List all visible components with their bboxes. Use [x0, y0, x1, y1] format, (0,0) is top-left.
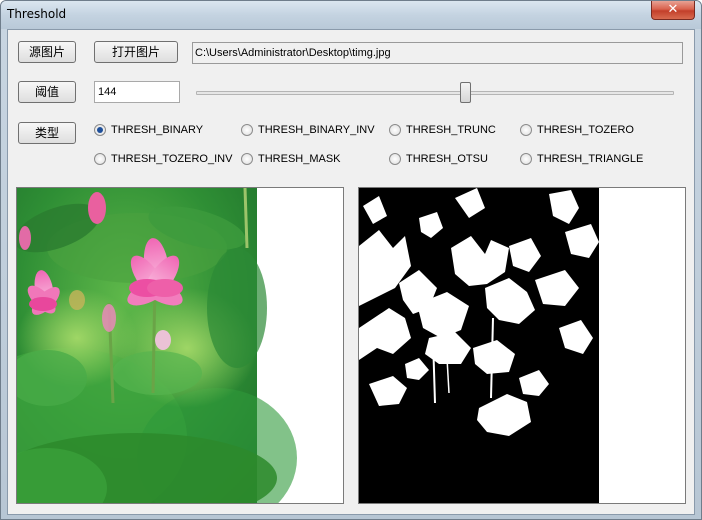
- threshold-window: Threshold ✕ 源图片 打开图片 C:\Users\Administra…: [0, 0, 702, 520]
- threshold-slider-thumb[interactable]: [460, 82, 471, 103]
- result-image-panel: [358, 187, 686, 504]
- close-icon: ✕: [667, 2, 679, 17]
- title-bar[interactable]: Threshold ✕: [1, 1, 701, 29]
- radio-thresh-binary-inv[interactable]: THRESH_BINARY_INV: [241, 122, 375, 138]
- close-button[interactable]: ✕: [651, 1, 695, 20]
- radio-thresh-tozero[interactable]: THRESH_TOZERO: [520, 122, 634, 138]
- radio-label: THRESH_OTSU: [406, 153, 488, 165]
- radio-label: THRESH_TRIANGLE: [537, 153, 644, 165]
- radio-thresh-binary[interactable]: THRESH_BINARY: [94, 122, 203, 138]
- source-lotus-image: [17, 188, 297, 503]
- radio-indicator: [389, 153, 401, 165]
- radio-thresh-tozero-inv[interactable]: THRESH_TOZERO_INV: [94, 151, 232, 167]
- window-title: Threshold: [7, 7, 67, 21]
- radio-indicator: [241, 153, 253, 165]
- threshold-button[interactable]: 阈值: [18, 81, 76, 103]
- radio-indicator: [520, 124, 532, 136]
- radio-thresh-triangle[interactable]: THRESH_TRIANGLE: [520, 151, 643, 167]
- radio-label: THRESH_BINARY_INV: [258, 124, 375, 136]
- radio-thresh-trunc[interactable]: THRESH_TRUNC: [389, 122, 496, 138]
- radio-indicator: [94, 124, 106, 136]
- file-path-field[interactable]: C:\Users\Administrator\Desktop\timg.jpg: [192, 42, 683, 64]
- radio-label: THRESH_MASK: [258, 153, 341, 165]
- radio-label: THRESH_TRUNC: [406, 124, 496, 136]
- radio-indicator: [94, 153, 106, 165]
- radio-thresh-mask[interactable]: THRESH_MASK: [241, 151, 341, 167]
- source-image-panel: [16, 187, 344, 504]
- radio-indicator: [241, 124, 253, 136]
- threshold-slider-track[interactable]: [196, 91, 674, 95]
- radio-indicator: [389, 124, 401, 136]
- dialog-client-area: 源图片 打开图片 C:\Users\Administrator\Desktop\…: [7, 29, 695, 515]
- threshold-value-input[interactable]: 144: [94, 81, 180, 103]
- radio-label: THRESH_TOZERO_INV: [111, 153, 233, 165]
- radio-label: THRESH_TOZERO: [537, 124, 634, 136]
- open-image-button[interactable]: 打开图片: [94, 41, 178, 63]
- radio-label: THRESH_BINARY: [111, 124, 204, 136]
- radio-thresh-otsu[interactable]: THRESH_OTSU: [389, 151, 488, 167]
- radio-indicator: [520, 153, 532, 165]
- type-button[interactable]: 类型: [18, 122, 76, 144]
- source-image-button[interactable]: 源图片: [18, 41, 76, 63]
- thresholded-binary-image: [359, 188, 599, 503]
